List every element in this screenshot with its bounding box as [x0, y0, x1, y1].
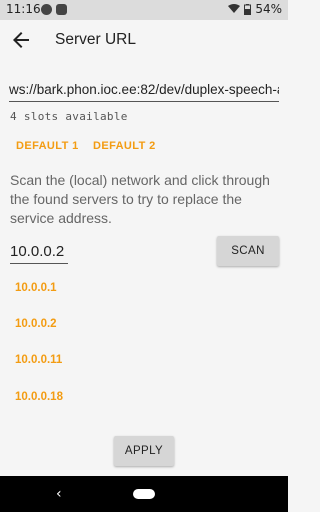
wifi-icon [228, 4, 241, 13]
status-bar: 11:16 54% [0, 0, 288, 20]
nav-home-icon[interactable] [133, 489, 155, 499]
ip-underline [10, 263, 68, 264]
apply-button[interactable]: APPLY [114, 436, 174, 466]
url-underline [9, 101, 279, 102]
system-nav-bar: ‹ [0, 476, 288, 512]
server-item-1[interactable]: 10.0.0.1 [15, 282, 57, 294]
scan-button[interactable]: SCAN [217, 236, 279, 266]
arrow-back-icon [13, 32, 29, 48]
server-url-input[interactable] [9, 78, 279, 100]
app-bar: Server URL [0, 20, 288, 62]
nav-back-icon[interactable]: ‹ [56, 486, 62, 502]
scan-description: Scan the (local) network and click throu… [10, 172, 270, 226]
server-item-2[interactable]: 10.0.0.2 [15, 318, 57, 330]
server-item-4[interactable]: 10.0.0.18 [15, 391, 63, 403]
notification-app-icon [56, 4, 67, 15]
battery-icon [244, 3, 252, 15]
slots-available-text: 4 slots available [10, 110, 128, 123]
page-title: Server URL [55, 31, 136, 48]
notification-circle-icon [41, 4, 52, 15]
status-right: 54% [228, 2, 282, 16]
back-button[interactable] [9, 28, 33, 52]
status-time: 11:16 [6, 2, 41, 16]
default-1-button[interactable]: DEFAULT 1 [16, 140, 79, 152]
default-2-button[interactable]: DEFAULT 2 [93, 140, 156, 152]
battery-percent: 54% [255, 2, 282, 16]
server-item-3[interactable]: 10.0.0.11 [15, 354, 62, 366]
ip-address-input[interactable] [10, 240, 68, 262]
